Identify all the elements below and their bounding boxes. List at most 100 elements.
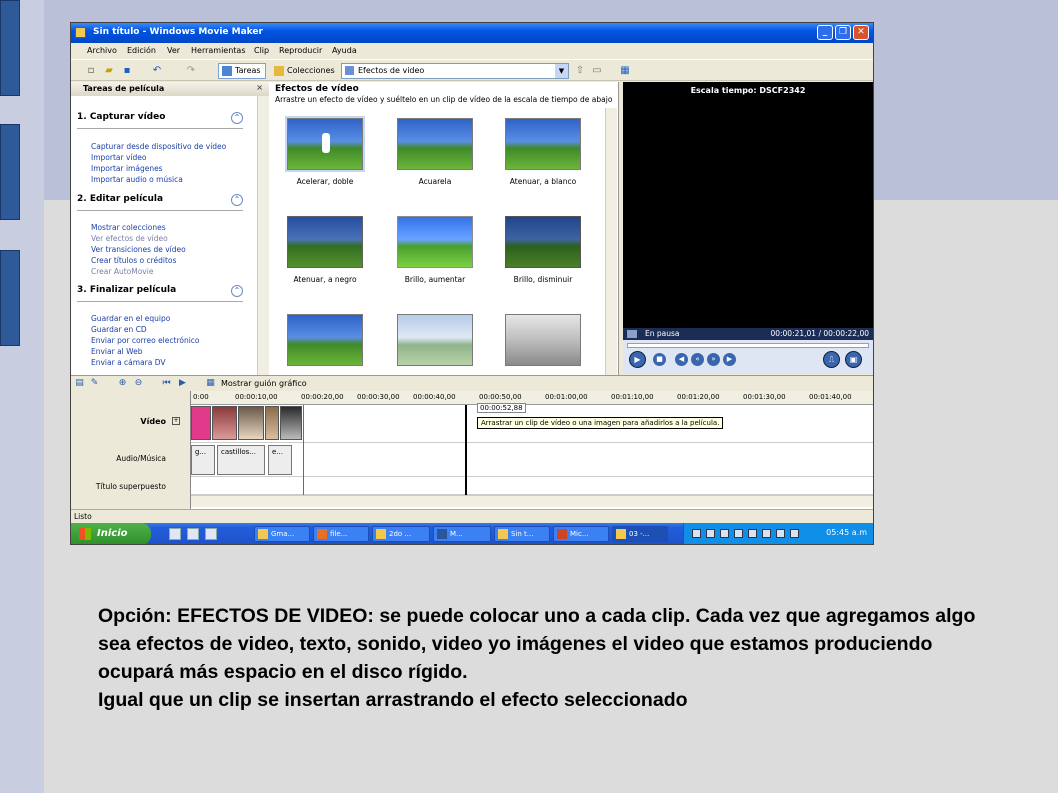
zoom-out-icon[interactable]: ⊖: [133, 378, 144, 389]
tasks-pane-scrollbar[interactable]: [257, 96, 269, 394]
playback-indicator[interactable]: [465, 405, 467, 503]
task-link-import-audio[interactable]: Importar audio o música: [91, 175, 183, 184]
snapshot-icon[interactable]: ▣: [845, 351, 862, 368]
taskbar-item[interactable]: Mic...: [553, 526, 609, 542]
effects-scrollbar[interactable]: [605, 108, 617, 394]
audio-clip[interactable]: castillos...: [217, 445, 265, 475]
task-link-create-titles[interactable]: Crear títulos o créditos: [91, 256, 176, 265]
storyboard-icon[interactable]: ▦: [205, 378, 216, 389]
maximize-button[interactable]: ❐: [835, 25, 851, 40]
effect-thumbnail[interactable]: [287, 216, 363, 268]
video-clip[interactable]: [191, 406, 211, 440]
effect-thumbnail[interactable]: [287, 314, 363, 366]
menu-archivo[interactable]: Archivo: [87, 46, 117, 55]
tray-icon[interactable]: [706, 529, 715, 538]
up-folder-icon[interactable]: ⇧: [574, 65, 586, 77]
task-link-save-cd[interactable]: Guardar en CD: [91, 325, 147, 334]
views-icon[interactable]: ▦: [619, 65, 631, 77]
quick-launch-icon[interactable]: [169, 528, 181, 540]
expand-icon[interactable]: +: [172, 417, 180, 425]
play-timeline-icon[interactable]: ▶: [177, 378, 188, 389]
task-link-capture-device[interactable]: Capturar desde dispositivo de vídeo: [91, 142, 226, 151]
quick-launch-icon[interactable]: [205, 528, 217, 540]
task-link-automovie[interactable]: Crear AutoMovie: [91, 267, 153, 276]
show-storyboard-toggle[interactable]: Mostrar guión gráfico: [221, 379, 307, 388]
task-link-view-transitions[interactable]: Ver transiciones de vídeo: [91, 245, 186, 254]
effect-thumbnail[interactable]: [397, 216, 473, 268]
video-clip[interactable]: [212, 406, 237, 440]
menu-ver[interactable]: Ver: [167, 46, 180, 55]
effect-thumbnail[interactable]: [397, 314, 473, 366]
tasks-pane-close-button[interactable]: ×: [256, 83, 263, 92]
timeline-settings-icon[interactable]: ▤: [74, 378, 85, 389]
play-icon[interactable]: ▶: [629, 351, 646, 368]
taskbar-item[interactable]: M...: [433, 526, 491, 542]
next-frame-icon[interactable]: ▶: [723, 353, 736, 366]
minimize-button[interactable]: _: [817, 25, 833, 40]
previous-frame-icon[interactable]: ◀: [675, 353, 688, 366]
time-ruler[interactable]: 0:00 00:00:10,00 00:00:20,00 00:00:30,00…: [191, 391, 873, 405]
redo-icon[interactable]: ↷: [185, 65, 197, 77]
taskbar-item[interactable]: Gma...: [254, 526, 310, 542]
seek-bar[interactable]: [627, 343, 869, 348]
section-finish-title[interactable]: 3. Finalizar película: [77, 285, 176, 295]
section-capture-title[interactable]: 1. Capturar vídeo: [77, 112, 165, 122]
audio-clip[interactable]: e...: [268, 445, 292, 475]
task-link-save-computer[interactable]: Guardar en el equipo: [91, 314, 170, 323]
undo-icon[interactable]: ↶: [151, 65, 163, 77]
task-link-view-effects[interactable]: Ver efectos de vídeo: [91, 234, 168, 243]
narrate-icon[interactable]: ✎: [89, 378, 100, 389]
menu-reproducir[interactable]: Reproducir: [279, 46, 322, 55]
video-clip[interactable]: [265, 406, 279, 440]
timeline-scrollbar[interactable]: [191, 495, 873, 507]
new-folder-icon[interactable]: ▭: [591, 65, 603, 77]
task-link-send-web[interactable]: Enviar al Web: [91, 347, 143, 356]
menu-herramientas[interactable]: Herramientas: [191, 46, 246, 55]
zoom-in-icon[interactable]: ⊕: [117, 378, 128, 389]
taskbar-item[interactable]: 03 -...: [612, 526, 668, 542]
taskbar-item[interactable]: file...: [313, 526, 369, 542]
collapse-chevron-icon[interactable]: ⌃: [231, 112, 243, 124]
effect-thumbnail[interactable]: [505, 314, 581, 366]
audio-track[interactable]: g... castillos... e...: [191, 443, 873, 477]
collapse-chevron-icon[interactable]: ⌃: [231, 194, 243, 206]
new-file-icon[interactable]: ▫: [85, 65, 97, 77]
task-link-show-collections[interactable]: Mostrar colecciones: [91, 223, 166, 232]
video-clip[interactable]: [280, 406, 302, 440]
audio-clip[interactable]: g...: [191, 445, 215, 475]
tray-icon[interactable]: [692, 529, 701, 538]
effect-thumbnail[interactable]: [505, 118, 581, 170]
split-clip-icon[interactable]: ⎍: [823, 351, 840, 368]
open-folder-icon[interactable]: ▰: [103, 65, 115, 77]
close-button[interactable]: ✕: [853, 25, 869, 40]
menu-edicion[interactable]: Edición: [127, 46, 156, 55]
task-link-send-dv[interactable]: Enviar a cámara DV: [91, 358, 166, 367]
tray-icon[interactable]: [734, 529, 743, 538]
chevron-down-icon[interactable]: ▼: [555, 64, 568, 78]
collections-dropdown[interactable]: Efectos de video ▼: [341, 63, 569, 79]
video-clip[interactable]: [238, 406, 264, 440]
volume-icon[interactable]: [790, 529, 799, 538]
colecciones-button[interactable]: Colecciones: [270, 63, 335, 79]
start-button[interactable]: Inicio: [71, 523, 151, 544]
tray-icon[interactable]: [748, 529, 757, 538]
tray-icon[interactable]: [720, 529, 729, 538]
effect-thumbnail[interactable]: [397, 118, 473, 170]
save-icon[interactable]: ▪: [121, 65, 133, 77]
effect-thumbnail[interactable]: [285, 116, 365, 172]
tareas-button[interactable]: Tareas: [218, 63, 266, 79]
menu-clip[interactable]: Clip: [254, 46, 269, 55]
collapse-chevron-icon[interactable]: ⌃: [231, 285, 243, 297]
title-overlay-track[interactable]: [191, 477, 873, 495]
rewind-timeline-icon[interactable]: ⏮: [161, 378, 172, 389]
tray-icon[interactable]: [776, 529, 785, 538]
task-link-send-email[interactable]: Enviar por correo electrónico: [91, 336, 200, 345]
task-link-import-video[interactable]: Importar vídeo: [91, 153, 146, 162]
tray-icon[interactable]: [762, 529, 771, 538]
effect-thumbnail[interactable]: [505, 216, 581, 268]
quick-launch-icon[interactable]: [187, 528, 199, 540]
taskbar-item[interactable]: 2do ...: [372, 526, 430, 542]
menu-ayuda[interactable]: Ayuda: [332, 46, 357, 55]
task-link-import-images[interactable]: Importar imágenes: [91, 164, 163, 173]
section-edit-title[interactable]: 2. Editar película: [77, 194, 163, 204]
